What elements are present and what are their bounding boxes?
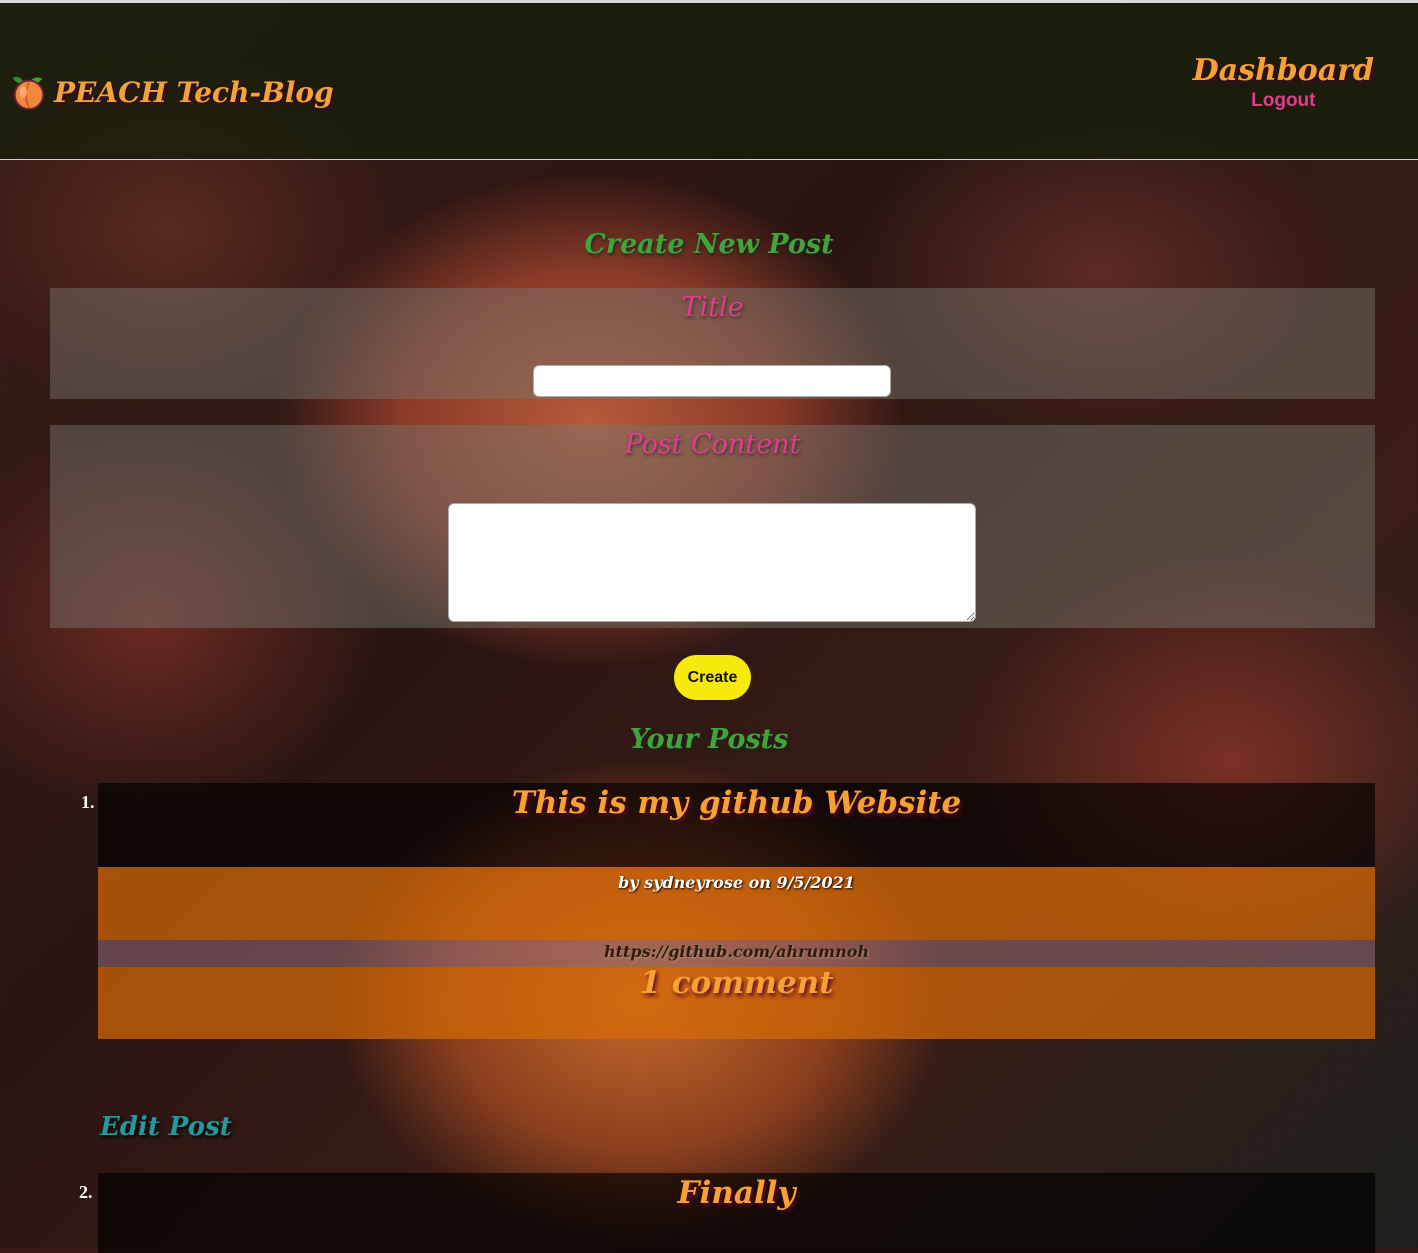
site-header: PEACH Tech-Blog Dashboard Logout [0, 3, 1418, 160]
post-number: 1. [81, 792, 95, 812]
post-comment-count[interactable]: 1 comment [98, 965, 1375, 1001]
nav-dashboard-link[interactable]: Dashboard [1193, 53, 1374, 88]
post-meta: by sydneyrose on 9/5/2021 [618, 873, 855, 892]
post-link[interactable]: https://github.com/ahrumnoh [98, 942, 1375, 961]
your-posts-heading: Your Posts [629, 724, 789, 755]
title-panel: Title [50, 288, 1375, 399]
post-content-label: Post Content [624, 429, 801, 460]
edit-post-link[interactable]: Edit Post [100, 1112, 232, 1142]
post-content-textarea[interactable] [448, 503, 976, 622]
peach-icon [12, 76, 45, 111]
post-title[interactable]: Finally [98, 1175, 1375, 1211]
nav-logout-link[interactable]: Logout [1193, 90, 1374, 112]
create-button[interactable]: Create [674, 655, 751, 700]
brand[interactable]: PEACH Tech-Blog [10, 73, 334, 111]
post-title-box: Finally [98, 1173, 1375, 1253]
title-label: Title [681, 292, 744, 323]
post-meta-box: by sydneyrose on 9/5/2021 [98, 867, 1375, 940]
content-panel: Post Content [50, 425, 1375, 628]
post-link-box: https://github.com/ahrumnoh [98, 940, 1375, 967]
post-comments-box: 1 comment [98, 965, 1375, 1039]
title-input[interactable] [533, 365, 891, 397]
create-post-heading: Create New Post [584, 229, 834, 260]
post-title[interactable]: This is my github Website [98, 785, 1375, 821]
post-number: 2. [79, 1182, 93, 1202]
brand-title: PEACH Tech-Blog [54, 75, 334, 109]
post-title-box: This is my github Website [98, 783, 1375, 867]
header-nav: Dashboard Logout [1193, 53, 1374, 112]
